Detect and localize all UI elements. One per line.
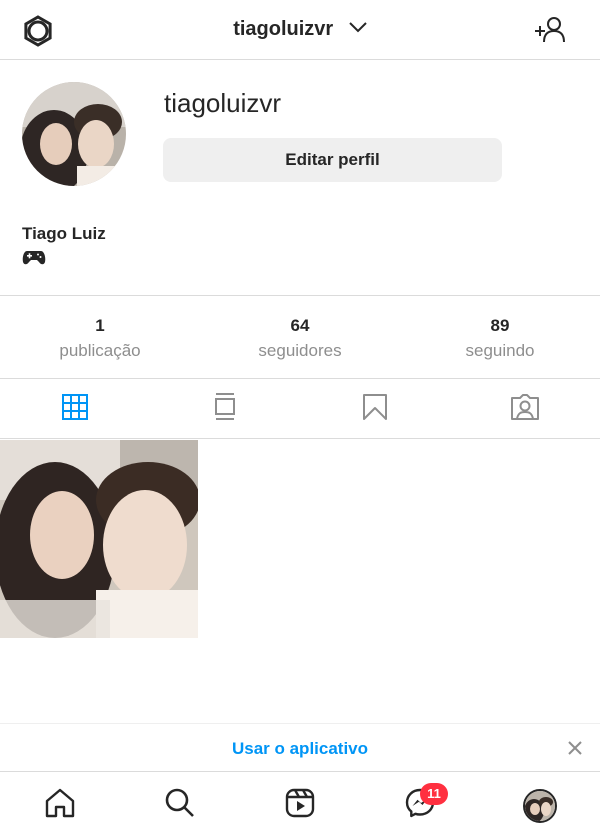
- search-icon: [164, 787, 196, 824]
- followers-label: seguidores: [258, 341, 342, 360]
- nav-search[interactable]: [120, 773, 240, 838]
- use-app-banner: Usar o aplicativo: [0, 723, 600, 772]
- close-icon[interactable]: [566, 739, 584, 757]
- following-label: seguindo: [465, 341, 535, 360]
- feed-icon: [213, 392, 237, 427]
- use-app-link[interactable]: Usar o aplicativo: [0, 739, 600, 759]
- following-count: 89: [490, 316, 510, 335]
- header-username: tiagoluizvr: [233, 18, 334, 40]
- stat-followers[interactable]: 64 seguidores: [200, 297, 400, 378]
- top-bar: tiagoluizvr: [0, 0, 600, 60]
- bottom-navigation: 11: [0, 773, 600, 838]
- profile-username: tiagoluizvr: [164, 88, 282, 118]
- stat-following[interactable]: 89 seguindo: [400, 297, 600, 378]
- post-thumbnail[interactable]: [0, 440, 198, 638]
- nav-messages[interactable]: 11: [360, 773, 480, 838]
- edit-profile-button[interactable]: Editar perfil: [163, 138, 502, 182]
- profile-stats: 1 publicação 64 seguidores 89 seguindo: [0, 297, 600, 379]
- account-switcher[interactable]: tiagoluizvr: [0, 18, 600, 41]
- profile-tabs: [0, 380, 600, 439]
- nav-profile[interactable]: [480, 773, 600, 838]
- grid-icon: [61, 393, 89, 426]
- tab-tagged[interactable]: [450, 380, 600, 438]
- tab-posts-grid[interactable]: [0, 380, 150, 438]
- tab-saved[interactable]: [300, 380, 450, 438]
- profile-avatar: [523, 788, 557, 823]
- bookmark-icon: [362, 393, 388, 426]
- messages-badge: 11: [420, 783, 448, 805]
- game-controller-icon: [22, 248, 46, 271]
- reels-icon: [284, 787, 316, 824]
- chevron-down-icon: [349, 16, 367, 39]
- avatar[interactable]: [22, 82, 126, 186]
- nav-reels[interactable]: [240, 773, 360, 838]
- posts-label: publicação: [59, 341, 141, 360]
- tab-feed[interactable]: [150, 380, 300, 438]
- posts-count: 1: [95, 316, 105, 335]
- nav-home[interactable]: [0, 773, 120, 838]
- full-name: Tiago Luiz: [22, 224, 106, 243]
- home-icon: [44, 788, 76, 823]
- add-user-icon[interactable]: [533, 14, 569, 46]
- followers-count: 64: [290, 316, 310, 335]
- profile-section: tiagoluizvr Editar perfil Tiago Luiz: [0, 60, 600, 296]
- stat-posts: 1 publicação: [0, 297, 200, 378]
- tagged-icon: [510, 393, 540, 426]
